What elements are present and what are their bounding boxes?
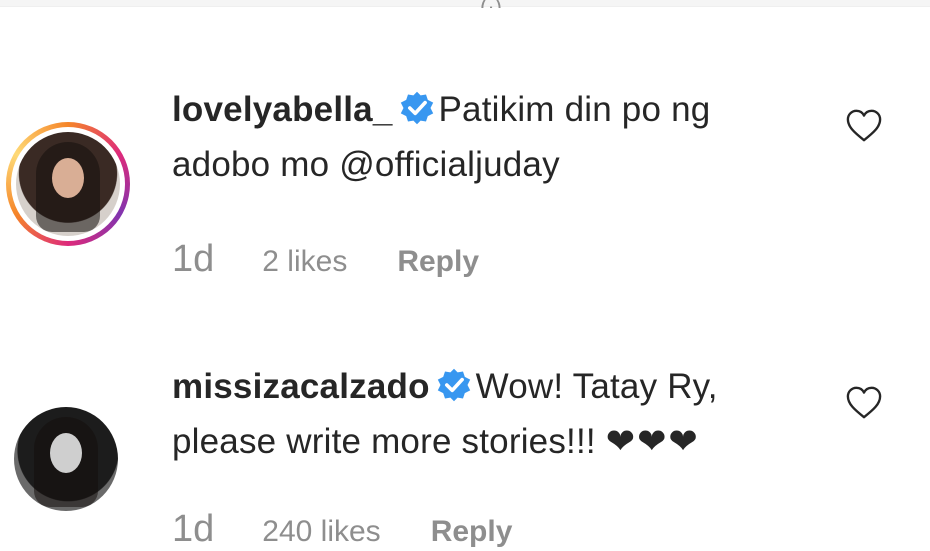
story-ring-avatar[interactable]: [6, 122, 130, 246]
heart-outline-icon[interactable]: [845, 385, 883, 421]
comment-username[interactable]: missizacalzado: [172, 367, 430, 406]
comment-meta: 1d 240 likes Reply: [172, 508, 512, 551]
comment-timestamp[interactable]: 1d: [172, 238, 214, 280]
comment-text-block: lovelyabella_ Patikim din po ng adobo mo…: [172, 82, 812, 192]
comment-body-line2: please write more stories!!!: [172, 422, 596, 461]
comment-meta: 1d 2 likes Reply: [172, 238, 479, 281]
reply-button[interactable]: Reply: [397, 245, 479, 278]
verified-badge-icon: [437, 368, 470, 402]
avatar[interactable]: [14, 407, 118, 511]
comment-timestamp[interactable]: 1d: [172, 508, 214, 550]
heart-emoji-group: ❤❤❤: [605, 422, 700, 461]
comment-likes-count[interactable]: 2 likes: [262, 245, 347, 278]
previous-comment-fragment: (·): [480, 0, 520, 8]
comment-body-line1: Wow! Tatay Ry,: [475, 367, 718, 406]
top-divider: [0, 0, 930, 7]
heart-outline-icon[interactable]: [845, 108, 883, 144]
comment-likes-count[interactable]: 240 likes: [262, 515, 380, 548]
comment-username[interactable]: lovelyabella_: [172, 90, 393, 129]
comment-text-block: missizacalzado Wow! Tatay Ry, please wri…: [172, 359, 812, 469]
reply-button[interactable]: Reply: [431, 515, 513, 548]
avatar: [16, 132, 120, 236]
verified-badge-icon: [400, 91, 433, 125]
